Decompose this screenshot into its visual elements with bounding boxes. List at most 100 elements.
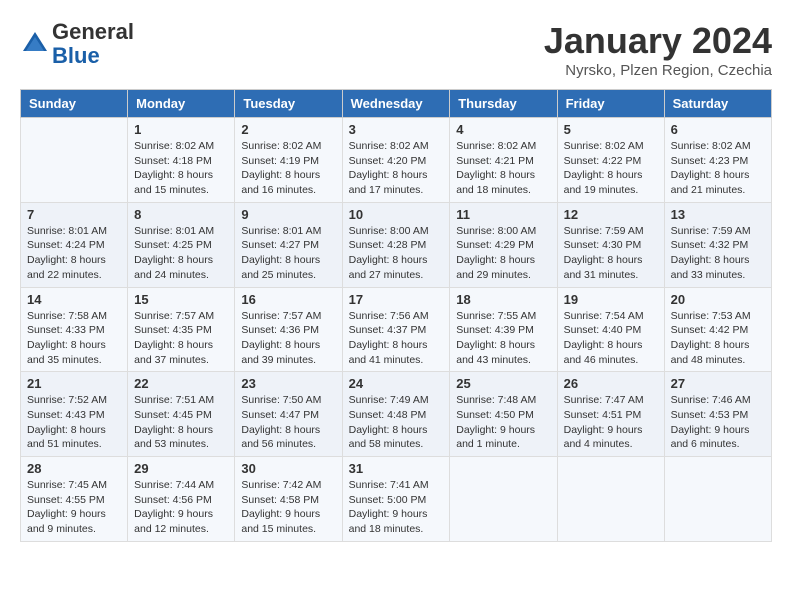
day-content: Sunrise: 7:42 AM Sunset: 4:58 PM Dayligh… bbox=[241, 478, 335, 537]
calendar-cell: 28Sunrise: 7:45 AM Sunset: 4:55 PM Dayli… bbox=[21, 457, 128, 542]
day-content: Sunrise: 7:59 AM Sunset: 4:32 PM Dayligh… bbox=[671, 224, 765, 283]
day-content: Sunrise: 8:01 AM Sunset: 4:25 PM Dayligh… bbox=[134, 224, 228, 283]
calendar-week-row: 1 Sunrise: 8:02 AM Sunset: 4:18 PM Daylig… bbox=[21, 118, 772, 203]
day-number: 18 bbox=[456, 292, 550, 307]
day-number: 14 bbox=[27, 292, 121, 307]
calendar-cell: 18 Sunrise: 7:55 AM Sunset: 4:39 PM Dayli… bbox=[450, 287, 557, 372]
day-content: Sunrise: 8:01 AM Sunset: 4:24 PM Dayligh… bbox=[27, 224, 121, 283]
calendar-cell: 13Sunrise: 7:59 AM Sunset: 4:32 PM Dayli… bbox=[664, 202, 771, 287]
day-content: Sunrise: 8:02 AM Sunset: 4:19 PM Dayligh… bbox=[241, 139, 335, 198]
page-header: General Blue January 2024 Nyrsko, Plzen … bbox=[20, 20, 772, 79]
calendar-cell: 7 Sunrise: 8:01 AM Sunset: 4:24 PM Daylig… bbox=[21, 202, 128, 287]
calendar-cell: 25 Sunrise: 7:48 AM Sunset: 4:50 PM Dayli… bbox=[450, 372, 557, 457]
day-content: Sunrise: 8:02 AM Sunset: 4:18 PM Dayligh… bbox=[134, 139, 228, 198]
header-monday: Monday bbox=[128, 90, 235, 118]
day-number: 29 bbox=[134, 461, 228, 476]
calendar-cell: 24 Sunrise: 7:49 AM Sunset: 4:48 PM Dayli… bbox=[342, 372, 450, 457]
calendar-cell: 9Sunrise: 8:01 AM Sunset: 4:27 PM Daylig… bbox=[235, 202, 342, 287]
day-content: Sunrise: 7:56 AM Sunset: 4:37 PM Dayligh… bbox=[349, 309, 444, 368]
day-content: Sunrise: 8:02 AM Sunset: 4:21 PM Dayligh… bbox=[456, 139, 550, 198]
logo: General Blue bbox=[20, 20, 134, 68]
calendar-cell: 5Sunrise: 8:02 AM Sunset: 4:22 PM Daylig… bbox=[557, 118, 664, 203]
day-number: 8 bbox=[134, 207, 228, 222]
day-number: 21 bbox=[27, 376, 121, 391]
day-content: Sunrise: 7:57 AM Sunset: 4:35 PM Dayligh… bbox=[134, 309, 228, 368]
calendar-cell: 27 Sunrise: 7:46 AM Sunset: 4:53 PM Dayli… bbox=[664, 372, 771, 457]
calendar-cell: 3 Sunrise: 8:02 AM Sunset: 4:20 PM Daylig… bbox=[342, 118, 450, 203]
day-content: Sunrise: 7:51 AM Sunset: 4:45 PM Dayligh… bbox=[134, 393, 228, 452]
header-sunday: Sunday bbox=[21, 90, 128, 118]
calendar-cell: 23 Sunrise: 7:50 AM Sunset: 4:47 PM Dayli… bbox=[235, 372, 342, 457]
day-number: 7 bbox=[27, 207, 121, 222]
day-content: Sunrise: 7:58 AM Sunset: 4:33 PM Dayligh… bbox=[27, 309, 121, 368]
calendar-header-row: SundayMondayTuesdayWednesdayThursdayFrid… bbox=[21, 90, 772, 118]
calendar-cell: 31 Sunrise: 7:41 AM Sunset: 5:00 PM Dayli… bbox=[342, 457, 450, 542]
day-number: 12 bbox=[564, 207, 658, 222]
calendar-cell bbox=[557, 457, 664, 542]
day-content: Sunrise: 7:49 AM Sunset: 4:48 PM Dayligh… bbox=[349, 393, 444, 452]
day-content: Sunrise: 7:44 AM Sunset: 4:56 PM Dayligh… bbox=[134, 478, 228, 537]
logo-icon bbox=[20, 29, 50, 59]
day-number: 27 bbox=[671, 376, 765, 391]
header-thursday: Thursday bbox=[450, 90, 557, 118]
day-content: Sunrise: 8:00 AM Sunset: 4:29 PM Dayligh… bbox=[456, 224, 550, 283]
calendar-cell: 30 Sunrise: 7:42 AM Sunset: 4:58 PM Dayli… bbox=[235, 457, 342, 542]
calendar-cell: 29 Sunrise: 7:44 AM Sunset: 4:56 PM Dayli… bbox=[128, 457, 235, 542]
day-number: 4 bbox=[456, 122, 550, 137]
header-friday: Friday bbox=[557, 90, 664, 118]
day-number: 26 bbox=[564, 376, 658, 391]
day-number: 3 bbox=[349, 122, 444, 137]
calendar-cell: 4 Sunrise: 8:02 AM Sunset: 4:21 PM Daylig… bbox=[450, 118, 557, 203]
day-content: Sunrise: 7:55 AM Sunset: 4:39 PM Dayligh… bbox=[456, 309, 550, 368]
title-block: January 2024 Nyrsko, Plzen Region, Czech… bbox=[544, 20, 772, 79]
day-content: Sunrise: 7:48 AM Sunset: 4:50 PM Dayligh… bbox=[456, 393, 550, 452]
day-content: Sunrise: 7:45 AM Sunset: 4:55 PM Dayligh… bbox=[27, 478, 121, 537]
day-content: Sunrise: 8:01 AM Sunset: 4:27 PM Dayligh… bbox=[241, 224, 335, 283]
calendar-week-row: 7 Sunrise: 8:01 AM Sunset: 4:24 PM Daylig… bbox=[21, 202, 772, 287]
day-number: 25 bbox=[456, 376, 550, 391]
day-number: 11 bbox=[456, 207, 550, 222]
day-number: 16 bbox=[241, 292, 335, 307]
day-number: 31 bbox=[349, 461, 444, 476]
logo-blue: Blue bbox=[52, 43, 100, 68]
calendar-cell: 14 Sunrise: 7:58 AM Sunset: 4:33 PM Dayli… bbox=[21, 287, 128, 372]
calendar-cell: 11 Sunrise: 8:00 AM Sunset: 4:29 PM Dayli… bbox=[450, 202, 557, 287]
day-number: 1 bbox=[134, 122, 228, 137]
day-number: 22 bbox=[134, 376, 228, 391]
day-content: Sunrise: 8:02 AM Sunset: 4:22 PM Dayligh… bbox=[564, 139, 658, 198]
day-number: 17 bbox=[349, 292, 444, 307]
day-content: Sunrise: 8:00 AM Sunset: 4:28 PM Dayligh… bbox=[349, 224, 444, 283]
calendar-cell: 1 Sunrise: 8:02 AM Sunset: 4:18 PM Daylig… bbox=[128, 118, 235, 203]
calendar-cell: 16Sunrise: 7:57 AM Sunset: 4:36 PM Dayli… bbox=[235, 287, 342, 372]
day-content: Sunrise: 7:50 AM Sunset: 4:47 PM Dayligh… bbox=[241, 393, 335, 452]
calendar-cell: 8 Sunrise: 8:01 AM Sunset: 4:25 PM Daylig… bbox=[128, 202, 235, 287]
day-content: Sunrise: 7:53 AM Sunset: 4:42 PM Dayligh… bbox=[671, 309, 765, 368]
day-number: 23 bbox=[241, 376, 335, 391]
location: Nyrsko, Plzen Region, Czechia bbox=[544, 62, 772, 79]
day-number: 24 bbox=[349, 376, 444, 391]
calendar-week-row: 14 Sunrise: 7:58 AM Sunset: 4:33 PM Dayli… bbox=[21, 287, 772, 372]
calendar-cell: 17 Sunrise: 7:56 AM Sunset: 4:37 PM Dayli… bbox=[342, 287, 450, 372]
day-content: Sunrise: 8:02 AM Sunset: 4:20 PM Dayligh… bbox=[349, 139, 444, 198]
day-content: Sunrise: 7:41 AM Sunset: 5:00 PM Dayligh… bbox=[349, 478, 444, 537]
calendar-cell: 19 Sunrise: 7:54 AM Sunset: 4:40 PM Dayli… bbox=[557, 287, 664, 372]
day-number: 30 bbox=[241, 461, 335, 476]
header-saturday: Saturday bbox=[664, 90, 771, 118]
day-content: Sunrise: 7:54 AM Sunset: 4:40 PM Dayligh… bbox=[564, 309, 658, 368]
day-number: 6 bbox=[671, 122, 765, 137]
logo-text: General Blue bbox=[52, 20, 134, 68]
calendar-cell bbox=[21, 118, 128, 203]
month-title: January 2024 bbox=[544, 20, 772, 62]
logo-general: General bbox=[52, 19, 134, 44]
day-content: Sunrise: 7:52 AM Sunset: 4:43 PM Dayligh… bbox=[27, 393, 121, 452]
calendar-cell: 21 Sunrise: 7:52 AM Sunset: 4:43 PM Dayli… bbox=[21, 372, 128, 457]
day-content: Sunrise: 7:46 AM Sunset: 4:53 PM Dayligh… bbox=[671, 393, 765, 452]
day-content: Sunrise: 8:02 AM Sunset: 4:23 PM Dayligh… bbox=[671, 139, 765, 198]
day-number: 15 bbox=[134, 292, 228, 307]
day-content: Sunrise: 7:59 AM Sunset: 4:30 PM Dayligh… bbox=[564, 224, 658, 283]
header-wednesday: Wednesday bbox=[342, 90, 450, 118]
calendar-cell: 22 Sunrise: 7:51 AM Sunset: 4:45 PM Dayli… bbox=[128, 372, 235, 457]
header-tuesday: Tuesday bbox=[235, 90, 342, 118]
day-number: 19 bbox=[564, 292, 658, 307]
calendar-cell: 26Sunrise: 7:47 AM Sunset: 4:51 PM Dayli… bbox=[557, 372, 664, 457]
